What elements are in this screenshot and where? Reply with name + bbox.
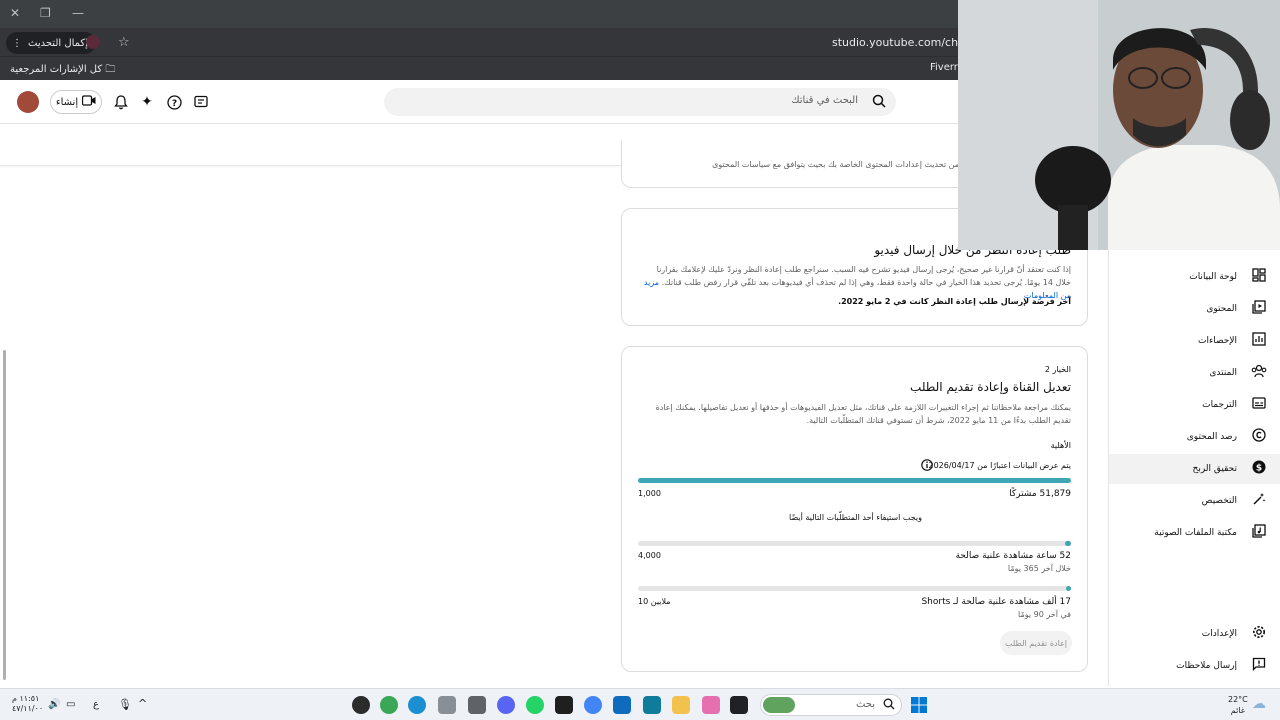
terminal-app-icon[interactable] bbox=[730, 696, 748, 714]
channel-search-input[interactable]: البحث في قناتك bbox=[384, 88, 896, 116]
shorts-views-progress-fill bbox=[1066, 586, 1071, 591]
nav-item-settings[interactable]: الإعدادات bbox=[1109, 619, 1280, 649]
nav-item-dashboard[interactable]: لوحة البيانات bbox=[1109, 262, 1280, 292]
option-label: الخيار 2 bbox=[1044, 365, 1071, 374]
eligibility-heading: الأهلية bbox=[1050, 441, 1071, 450]
nav-item-earn[interactable]: تحقيق الربح $ bbox=[1109, 454, 1280, 484]
printer-app-icon[interactable] bbox=[468, 696, 486, 714]
discord-app-icon[interactable] bbox=[497, 696, 515, 714]
shorts-views-period: في آخر 90 يومًا bbox=[1018, 610, 1071, 619]
subscribers-progress-bar bbox=[638, 478, 1071, 483]
copilot-app-icon[interactable] bbox=[702, 696, 720, 714]
feedback-chat-icon[interactable] bbox=[191, 92, 211, 112]
nav-item-audio-library[interactable]: مكتبة الملفات الصوتية bbox=[1109, 518, 1280, 548]
sparkle-ai-icon[interactable]: ✦ bbox=[137, 92, 157, 112]
outlook-app-icon[interactable] bbox=[613, 696, 631, 714]
close-window-icon[interactable]: ✕ bbox=[10, 6, 20, 20]
audio-library-icon bbox=[1251, 524, 1267, 542]
resubmit-button[interactable]: إعادة تقديم الطلب bbox=[1000, 631, 1072, 655]
windows-start-icon[interactable] bbox=[910, 696, 928, 714]
taskbar-search-input[interactable]: بحث bbox=[760, 694, 902, 716]
subscribers-progress-fill bbox=[638, 478, 1071, 483]
clock[interactable]: ١١:٥١ م ٤٧/١١/٠٠ bbox=[12, 694, 43, 714]
nav-item-send-feedback[interactable]: إرسال ملاحظات bbox=[1109, 651, 1280, 681]
microphone-icon[interactable]: 🎙 bbox=[118, 698, 132, 711]
obs-app-icon[interactable] bbox=[352, 696, 370, 714]
deadline-text: آخر فرصة لإرسال طلب إعادة النظر كانت في … bbox=[838, 297, 1071, 306]
feedback-icon bbox=[1251, 657, 1267, 675]
watch-hours-period: خلال آخر 365 يومًا bbox=[1007, 564, 1071, 573]
shorts-views-value: 17 ألف مشاهدة علنية صالحة لـ Shorts bbox=[921, 597, 1071, 607]
cloud-icon: ☁ bbox=[1252, 696, 1266, 712]
community-icon bbox=[1251, 364, 1267, 382]
customization-icon bbox=[1251, 492, 1267, 510]
chrome-profile-app-icon[interactable] bbox=[584, 696, 602, 714]
help-icon[interactable]: ? bbox=[164, 92, 184, 112]
watch-hours-target: 4,000 bbox=[638, 551, 661, 560]
language-indicator[interactable]: ع bbox=[93, 699, 99, 710]
studio-side-nav: لوحة البيانات المحتوى الإحصاءات المنتدى … bbox=[1108, 250, 1280, 686]
analytics-icon bbox=[1251, 332, 1267, 350]
chrome-app-icon[interactable] bbox=[380, 696, 398, 714]
page-scrollbar[interactable] bbox=[3, 350, 6, 680]
nav-item-content[interactable]: المحتوى bbox=[1109, 294, 1280, 324]
nav-item-community[interactable]: المنتدى bbox=[1109, 358, 1280, 388]
data-note: يتم عرض البيانات اعتبارًا من 2026/04/17. bbox=[926, 461, 1071, 470]
copyright-icon bbox=[1251, 428, 1267, 446]
restore-window-icon[interactable]: ❐ bbox=[40, 6, 51, 20]
video-camera-icon bbox=[81, 95, 96, 109]
nav-item-copyright[interactable]: رصد المحتوى bbox=[1109, 422, 1280, 452]
profile-icon[interactable] bbox=[86, 35, 100, 49]
card-title: تعديل القناة وإعادة تقديم الطلب bbox=[910, 380, 1071, 394]
notifications-bell-icon[interactable] bbox=[111, 92, 131, 112]
complete-update-button[interactable]: ⋮ إكمال التحديث bbox=[6, 32, 96, 54]
shorts-views-target: 10 ملايين bbox=[638, 597, 671, 606]
svg-text:$: $ bbox=[1256, 464, 1262, 474]
also-required-text: ويجب استيفاء أحد المتطلّبات التالية أيضً… bbox=[789, 513, 922, 522]
watch-hours-value: 52 ساعة مشاهدة علنية صالحة bbox=[955, 551, 1071, 561]
earn-icon: $ bbox=[1251, 460, 1267, 478]
speedometer-app-icon[interactable] bbox=[555, 696, 573, 714]
card-body: يمكنك مراجعة ملاحظاتنا ثم إجراء التغييرا… bbox=[655, 403, 1071, 425]
nav-item-subtitles[interactable]: الترجمات bbox=[1109, 390, 1280, 420]
search-icon bbox=[883, 698, 895, 713]
folder-icon: 🗀 bbox=[105, 64, 116, 75]
whatsapp-app-icon[interactable] bbox=[526, 696, 544, 714]
dashboard-icon bbox=[1251, 268, 1267, 286]
subscribers-value: 51,879 مشتركًا bbox=[1009, 489, 1071, 499]
network-icon[interactable]: ▭ bbox=[66, 699, 75, 710]
minimize-window-icon[interactable]: — bbox=[72, 6, 84, 20]
webcam-person-image bbox=[958, 0, 1280, 250]
notes-app-icon[interactable] bbox=[438, 696, 456, 714]
avatar[interactable] bbox=[17, 91, 39, 113]
webcam-overlay bbox=[958, 0, 1280, 250]
weather-widget[interactable]: 22°C غائم bbox=[1228, 694, 1248, 716]
edge-app-icon[interactable] bbox=[408, 696, 426, 714]
more-vert-icon: ⋮ bbox=[12, 37, 22, 49]
all-bookmarks-folder[interactable]: كل الإشارات المرجعية 🗀 bbox=[10, 62, 115, 79]
svg-text:?: ? bbox=[171, 99, 176, 109]
chevron-up-icon[interactable]: ^ bbox=[138, 697, 147, 710]
nav-item-analytics[interactable]: الإحصاءات bbox=[1109, 326, 1280, 356]
watch-hours-progress-fill bbox=[1065, 541, 1071, 546]
search-icon bbox=[872, 94, 886, 112]
settings-icon bbox=[1251, 625, 1267, 643]
star-bookmark-icon[interactable]: ☆ bbox=[118, 35, 130, 50]
nav-item-customization[interactable]: التخصيص bbox=[1109, 486, 1280, 516]
volume-icon[interactable]: 🔊 bbox=[48, 699, 60, 710]
option-2-card: الخيار 2 تعديل القناة وإعادة تقديم الطلب… bbox=[621, 346, 1088, 672]
calendar-app-icon[interactable] bbox=[643, 696, 661, 714]
content-icon bbox=[1251, 300, 1267, 318]
shorts-views-progress-bar bbox=[638, 586, 1071, 591]
create-button[interactable]: إنشاء bbox=[50, 90, 102, 114]
subtitles-icon bbox=[1251, 397, 1267, 413]
search-highlight-image bbox=[763, 697, 795, 713]
subscribers-target: 1,000 bbox=[638, 489, 661, 498]
watch-hours-progress-bar bbox=[638, 541, 1071, 546]
windows-taskbar: ١١:٥١ م ٤٧/١١/٠٠ 🔊 ▭ ع 🎙 ^ بحث 22°C غائم… bbox=[0, 688, 1280, 720]
info-icon[interactable] bbox=[921, 459, 933, 474]
file-explorer-icon[interactable] bbox=[672, 696, 690, 714]
